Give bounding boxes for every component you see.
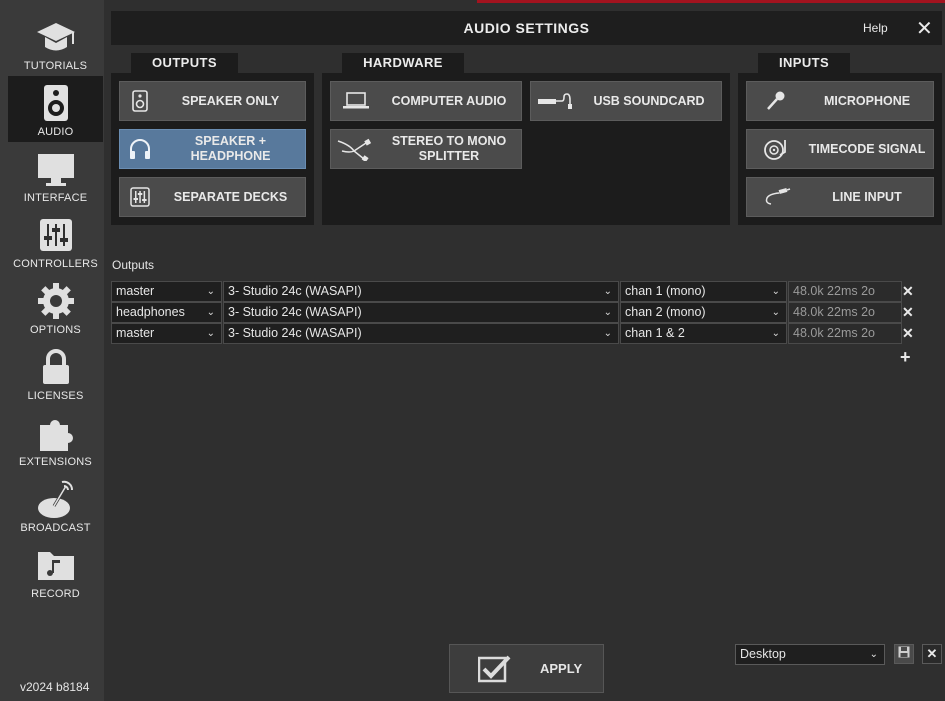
sidebar-item-extensions[interactable]: EXTENSIONS — [8, 406, 103, 472]
device-select[interactable]: 3- Studio 24c (WASAPI) ⌄ — [223, 281, 619, 302]
chevron-down-icon: ⌄ — [869, 649, 878, 660]
chevron-down-icon: ⌄ — [771, 328, 780, 339]
music-folder-icon — [8, 542, 103, 588]
output-row: master ⌄ 3- Studio 24c (WASAPI) ⌄ chan 1 &… — [111, 323, 902, 344]
laptop-icon — [331, 82, 381, 120]
save-preset-button[interactable] — [894, 644, 914, 664]
output-row: master ⌄ 3- Studio 24c (WASAPI) ⌄ chan 1 (… — [111, 281, 902, 302]
lock-icon — [8, 344, 103, 390]
sidebar-item-label: RECORD — [31, 588, 80, 600]
sidebar-item-audio[interactable]: AUDIO — [8, 76, 103, 142]
sidebar-item-label: BROADCAST — [20, 522, 91, 534]
chevron-down-icon: ⌄ — [206, 286, 215, 297]
delete-preset-icon[interactable]: ✕ — [922, 644, 942, 664]
graduation-cap-icon — [8, 14, 103, 60]
channel-select[interactable]: chan 1 & 2 ⌄ — [620, 323, 787, 344]
sidebar-item-label: EXTENSIONS — [19, 456, 92, 468]
audio-settings-window: TUTORIALS AUDIO INTERFACE CONTROLLERS OP… — [0, 0, 945, 701]
sidebar-item-controllers[interactable]: CONTROLLERS — [8, 208, 103, 274]
apply-button[interactable]: APPLY — [449, 644, 604, 693]
sidebar-item-licenses[interactable]: LICENSES — [8, 340, 103, 406]
speaker-only-button[interactable]: SPEAKER ONLY — [119, 81, 306, 121]
chevron-down-icon: ⌄ — [771, 286, 780, 297]
device-select[interactable]: 3- Studio 24c (WASAPI) ⌄ — [223, 302, 619, 323]
sidebar-item-record[interactable]: RECORD — [8, 538, 103, 604]
sidebar-item-label: OPTIONS — [30, 324, 81, 336]
sidebar-item-interface[interactable]: INTERFACE — [8, 142, 103, 208]
speaker-icon — [120, 82, 160, 120]
satellite-dish-icon — [8, 476, 103, 522]
chevron-down-icon: ⌄ — [206, 307, 215, 318]
version-label: v2024 b8184 — [20, 680, 90, 694]
chevron-down-icon: ⌄ — [603, 328, 612, 339]
usb-soundcard-icon — [531, 82, 581, 120]
channel-select[interactable]: chan 1 (mono) ⌄ — [620, 281, 787, 302]
sidebar-item-label: AUDIO — [37, 126, 74, 138]
splitter-cable-icon — [331, 130, 381, 168]
sliders-icon — [8, 212, 103, 258]
role-select[interactable]: master ⌄ — [111, 323, 222, 344]
sidebar-item-options[interactable]: OPTIONS — [8, 274, 103, 340]
outputs-tab: OUTPUTS — [131, 53, 238, 73]
save-icon — [898, 645, 910, 663]
line-input-button[interactable]: LINE INPUT — [746, 177, 934, 217]
microphone-icon — [747, 82, 805, 120]
sidebar-item-label: LICENSES — [27, 390, 84, 402]
inputs-tab: INPUTS — [758, 53, 850, 73]
computer-audio-button[interactable]: COMPUTER AUDIO — [330, 81, 522, 121]
hardware-tab: HARDWARE — [342, 53, 464, 73]
microphone-button[interactable]: MICROPHONE — [746, 81, 934, 121]
help-link[interactable]: Help — [863, 21, 888, 35]
outputs-section-label: Outputs — [112, 258, 155, 272]
gear-icon — [8, 278, 103, 324]
output-row: headphones ⌄ 3- Studio 24c (WASAPI) ⌄ chan… — [111, 302, 902, 323]
speaker-icon — [8, 80, 103, 126]
checkbox-check-icon — [450, 655, 540, 683]
title-bar: AUDIO SETTINGS Help ✕ — [111, 11, 942, 45]
role-select[interactable]: headphones ⌄ — [111, 302, 222, 323]
channel-select[interactable]: chan 2 (mono) ⌄ — [620, 302, 787, 323]
device-info: 48.0k 22ms 2o — [788, 281, 902, 302]
chevron-down-icon: ⌄ — [603, 286, 612, 297]
top-strip — [0, 0, 945, 10]
device-info: 48.0k 22ms 2o — [788, 323, 902, 344]
close-icon[interactable]: ✕ — [916, 16, 933, 41]
remove-row-icon[interactable]: ✕ — [902, 304, 914, 321]
monitor-icon — [8, 146, 103, 192]
add-output-button[interactable]: + — [900, 347, 911, 368]
sidebar-item-label: CONTROLLERS — [13, 258, 98, 270]
sidebar-item-broadcast[interactable]: BROADCAST — [8, 472, 103, 538]
remove-row-icon[interactable]: ✕ — [902, 325, 914, 342]
chevron-down-icon: ⌄ — [771, 307, 780, 318]
turntable-icon — [747, 130, 805, 168]
page-title: AUDIO SETTINGS — [463, 20, 590, 36]
remove-row-icon[interactable]: ✕ — [902, 283, 914, 300]
stereo-to-mono-splitter-button[interactable]: STEREO TO MONO SPLITTER — [330, 129, 522, 169]
sidebar-item-tutorials[interactable]: TUTORIALS — [8, 10, 103, 76]
preset-select[interactable]: Desktop ⌄ — [735, 644, 885, 665]
sidebar-item-label: INTERFACE — [23, 192, 88, 204]
sidebar: TUTORIALS AUDIO INTERFACE CONTROLLERS OP… — [0, 0, 104, 701]
mixer-icon — [120, 178, 160, 216]
headphones-icon — [120, 130, 160, 168]
device-info: 48.0k 22ms 2o — [788, 302, 902, 323]
usb-soundcard-button[interactable]: USB SOUNDCARD — [530, 81, 722, 121]
puzzle-icon — [8, 410, 103, 456]
speaker-headphone-button[interactable]: SPEAKER + HEADPHONE — [119, 129, 306, 169]
sidebar-item-label: TUTORIALS — [23, 60, 88, 72]
role-select[interactable]: master ⌄ — [111, 281, 222, 302]
cable-icon — [747, 178, 805, 216]
timecode-signal-button[interactable]: TIMECODE SIGNAL — [746, 129, 934, 169]
chevron-down-icon: ⌄ — [206, 328, 215, 339]
accent-strip — [477, 0, 945, 3]
separate-decks-button[interactable]: SEPARATE DECKS — [119, 177, 306, 217]
chevron-down-icon: ⌄ — [603, 307, 612, 318]
device-select[interactable]: 3- Studio 24c (WASAPI) ⌄ — [223, 323, 619, 344]
